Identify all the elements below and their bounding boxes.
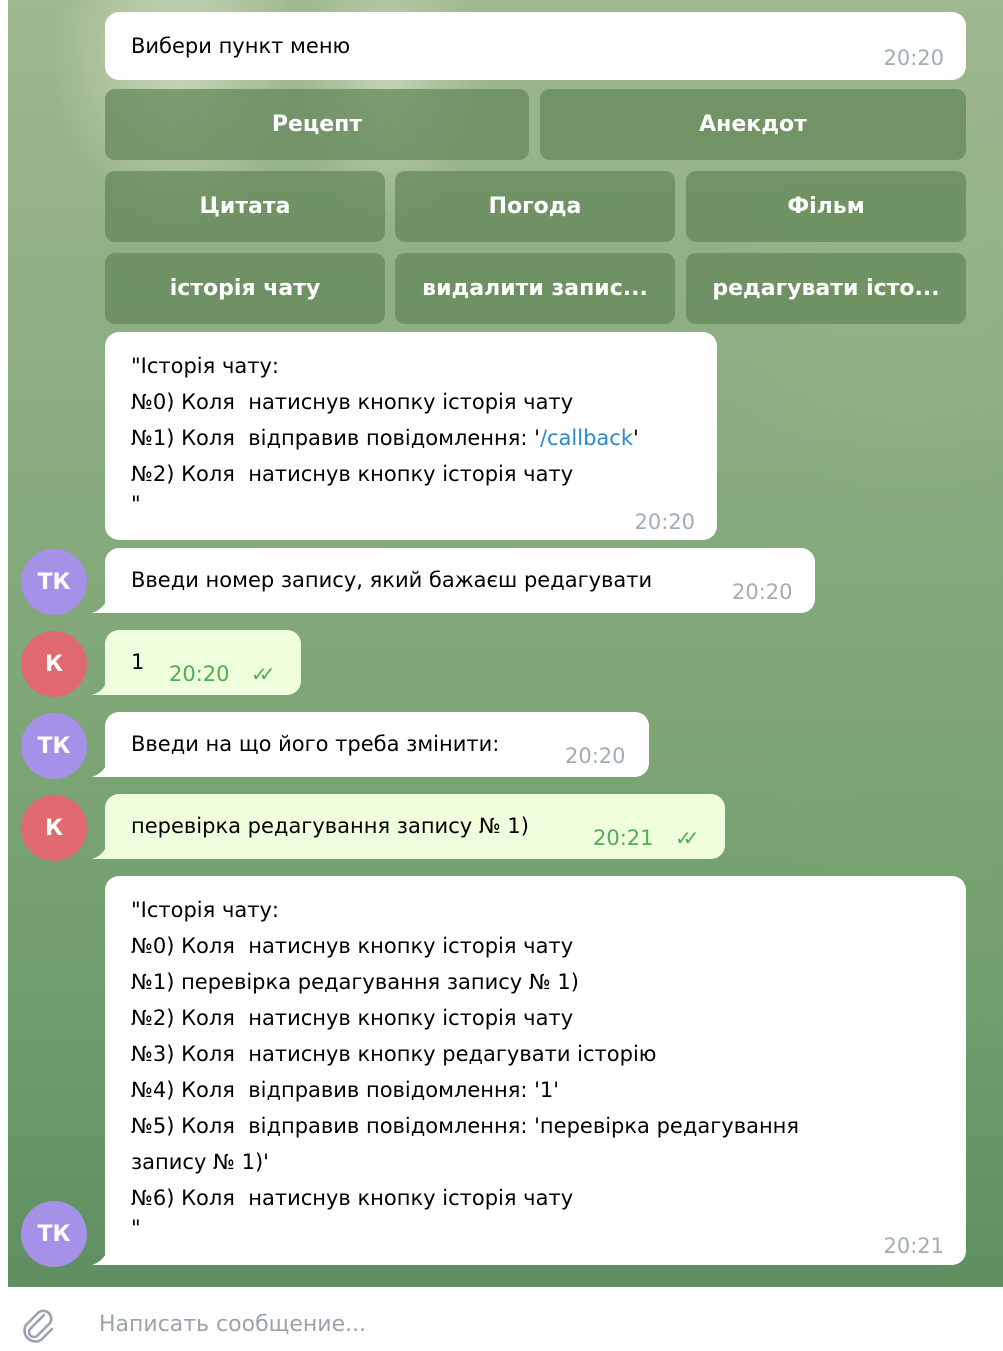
history-line: №1) перевірка редагування запису № 1): [131, 970, 579, 994]
history-line: ": [131, 1216, 141, 1240]
history-message-updated: "Історія чату: №0) Коля натиснув кнопку …: [105, 876, 966, 1265]
history-line: №3) Коля натиснув кнопку редагувати істо…: [131, 1042, 657, 1066]
message-text: Введи номер запису, який бажаєш редагува…: [131, 568, 653, 592]
message-time: 20:20: [565, 744, 626, 768]
bot-avatar[interactable]: ТК: [21, 713, 87, 779]
message-text: 1: [131, 650, 145, 674]
history-line: №0) Коля натиснув кнопку історія чату: [131, 934, 574, 958]
user-message-2: перевірка редагування запису № 1) 20:21 …: [105, 794, 725, 859]
history-line: №1) Коля відправив повідомлення: '/callb…: [131, 420, 639, 456]
keyboard-button-weather[interactable]: Погода: [395, 171, 675, 242]
keyboard-button-film[interactable]: Фільм: [686, 171, 966, 242]
history-line: "Історія чату:: [131, 898, 279, 922]
keyboard-button-joke[interactable]: Анекдот: [540, 89, 966, 160]
user-avatar[interactable]: К: [21, 795, 87, 861]
keyboard-button-chat-history[interactable]: історія чату: [105, 253, 385, 324]
menu-message: Вибери пункт меню 20:20: [105, 12, 966, 80]
history-line-suffix: ': [633, 426, 639, 450]
message-time: 20:21: [593, 826, 654, 850]
history-line: "Історія чату:: [131, 354, 279, 378]
keyboard-button-quote[interactable]: Цитата: [105, 171, 385, 242]
message-time: 20:20: [634, 510, 695, 534]
history-line-text: №1) Коля відправив повідомлення: ': [131, 426, 540, 450]
double-check-icon: ✓✓: [675, 826, 699, 850]
history-line: №4) Коля відправив повідомлення: '1': [131, 1078, 560, 1102]
bot-avatar[interactable]: ТК: [21, 1201, 87, 1267]
history-line: №5) Коля відправив повідомлення: 'переві…: [131, 1114, 800, 1138]
bot-message-enter-number: Введи номер запису, який бажаєш редагува…: [105, 548, 815, 613]
bot-avatar[interactable]: ТК: [21, 549, 87, 615]
callback-link[interactable]: /callback: [540, 426, 633, 450]
paperclip-icon[interactable]: [18, 1305, 58, 1345]
menu-message-text: Вибери пункт меню: [131, 34, 351, 58]
message-composer: Написать сообщение...: [0, 1287, 1003, 1351]
history-line: ": [131, 492, 141, 516]
message-time: 20:21: [883, 1234, 944, 1258]
bot-message-enter-change: Введи на що його треба змінити: 20:20: [105, 712, 649, 777]
message-time: 20:20: [883, 46, 944, 70]
keyboard-button-delete-record[interactable]: видалити запис...: [395, 253, 675, 324]
message-time: 20:20: [732, 580, 793, 604]
message-input[interactable]: Написать сообщение...: [99, 1312, 366, 1337]
history-line: №2) Коля натиснув кнопку історія чату: [131, 1006, 574, 1030]
history-line: №2) Коля натиснув кнопку історія чату: [131, 462, 574, 486]
message-time: 20:20: [169, 662, 230, 686]
history-line: №0) Коля натиснув кнопку історія чату: [131, 390, 574, 414]
message-text: перевірка редагування запису № 1): [131, 814, 529, 838]
history-line: №6) Коля натиснув кнопку історія чату: [131, 1186, 574, 1210]
user-message-1: 1 20:20 ✓✓: [105, 630, 301, 695]
history-text: "Історія чату: №0) Коля натиснув кнопку …: [131, 348, 639, 516]
keyboard-button-recipe[interactable]: Рецепт: [105, 89, 529, 160]
history-line: запису № 1)': [131, 1150, 269, 1174]
double-check-icon: ✓✓: [251, 662, 275, 686]
user-avatar[interactable]: К: [21, 631, 87, 697]
history-message: "Історія чату: №0) Коля натиснув кнопку …: [105, 332, 717, 540]
chat-background: Вибери пункт меню 20:20 Рецепт Анекдот Ц…: [8, 0, 1003, 1287]
keyboard-button-edit-history[interactable]: редагувати істо...: [686, 253, 966, 324]
message-text: Введи на що його треба змінити:: [131, 732, 500, 756]
history-text: "Історія чату: №0) Коля натиснув кнопку …: [131, 892, 799, 1240]
